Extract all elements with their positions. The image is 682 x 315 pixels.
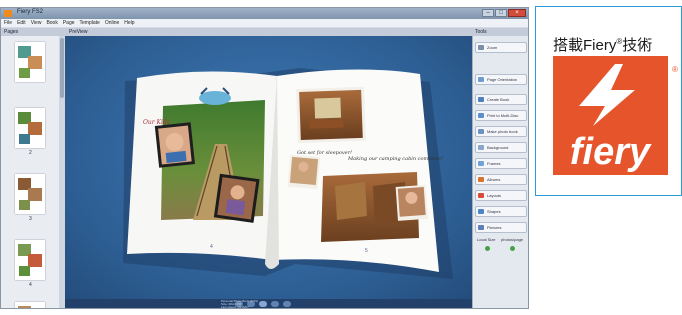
maximize-button[interactable]: □: [495, 9, 507, 17]
tool-label: Pictures: [487, 225, 502, 230]
svg-text:Got set for sleepover!: Got set for sleepover!: [297, 150, 352, 156]
app-window: Fiery FS2 – □ × File Edit View Book Page…: [0, 7, 529, 309]
next-page-button[interactable]: [271, 301, 279, 307]
tool-label: Layouts: [487, 193, 502, 198]
tool-albums[interactable]: Albums: [475, 174, 527, 185]
fiery-caption-text: 搭載Fiery: [553, 37, 617, 54]
print-icon: [478, 113, 484, 118]
menu-bar: File Edit View Book Page Template Online…: [1, 19, 528, 27]
tool-frames[interactable]: Frames: [475, 158, 527, 169]
menu-edit[interactable]: Edit: [17, 19, 26, 27]
shape-icon: [478, 209, 484, 214]
preview-nav-bar: [65, 299, 472, 308]
page-thumbnail-number: 4: [29, 282, 32, 288]
minimize-button[interactable]: –: [482, 9, 494, 17]
photo-book-icon: [478, 129, 484, 134]
tool-page-orientation[interactable]: Page Orientation: [475, 74, 527, 85]
tool-pictures[interactable]: Pictures: [475, 222, 527, 233]
tool-background[interactable]: Background: [475, 142, 527, 153]
page-thumbnail[interactable]: [15, 302, 45, 308]
pages-panel: 2 3 4: [1, 36, 59, 308]
tools-panel-title: Tools: [472, 28, 528, 36]
tool-layouts[interactable]: Layouts: [475, 190, 527, 201]
logo-registered-mark: ®: [672, 65, 678, 74]
fiery-badge: 搭載Fiery®技術 fiery ®: [535, 6, 682, 196]
window-title: Fiery FS2: [17, 9, 44, 15]
menu-file[interactable]: File: [4, 19, 12, 27]
menu-help[interactable]: Help: [124, 19, 134, 27]
menu-view[interactable]: View: [31, 19, 42, 27]
slider-knob-right[interactable]: [510, 246, 515, 251]
tool-label: Page Orientation: [487, 77, 518, 82]
tool-zoom[interactable]: Zoom: [475, 42, 527, 53]
tool-label: Albums: [487, 177, 501, 182]
page-thumbnail[interactable]: [15, 174, 45, 214]
tool-print[interactable]: Print to Multi-Disc: [475, 110, 527, 121]
svg-text:Our Kids: Our Kids: [143, 119, 170, 126]
title-bar: Fiery FS2 – □ ×: [1, 8, 528, 19]
right-page-number: 5: [365, 248, 368, 254]
close-button[interactable]: ×: [508, 9, 526, 17]
tool-shapes[interactable]: Shapes: [475, 206, 527, 217]
fiery-caption: 搭載Fiery®技術: [553, 34, 652, 55]
layout-icon: [478, 193, 484, 198]
play-button[interactable]: [259, 301, 267, 307]
orientation-icon: [478, 77, 484, 82]
album-icon: [478, 177, 484, 182]
tool-label: Print to Multi-Disc: [487, 113, 519, 118]
fiery-logo-text: fiery: [570, 131, 652, 173]
page-thumbnail[interactable]: [15, 42, 45, 82]
window-controls: – □ ×: [482, 9, 526, 17]
tool-label: Background: [487, 145, 509, 150]
tool-label: Frames: [487, 161, 501, 166]
book-icon: [478, 97, 484, 102]
pages-panel-title: Pages: [1, 28, 65, 36]
slider-knob-left[interactable]: [485, 246, 490, 251]
page-thumbnail[interactable]: [15, 240, 45, 280]
book-preview: Our Kids Got set for sleepover! Making o…: [65, 36, 472, 299]
open-book-illustration: Our Kids Got set for sleepover! Making o…: [123, 68, 453, 279]
tool-label: Create Book: [487, 97, 510, 102]
menu-book[interactable]: Book: [46, 19, 57, 27]
preview-panel-title: PreView: [65, 28, 472, 36]
tool-create-book[interactable]: Create Book: [475, 94, 527, 105]
tool-label: Make photo book: [487, 129, 518, 134]
picture-icon: [478, 225, 484, 230]
tool-label: Shapes: [487, 209, 501, 214]
left-page-number: 4: [210, 244, 213, 250]
menu-page[interactable]: Page: [63, 19, 75, 27]
menu-online[interactable]: Online: [105, 19, 119, 27]
tools-panel: Zoom Page Orientation Create Book Print …: [472, 36, 528, 308]
menu-template[interactable]: Template: [80, 19, 100, 27]
last-page-button[interactable]: [283, 301, 291, 307]
zoom-icon: [478, 45, 484, 50]
svg-text:Making our camping cabin compl: Making our camping cabin complete!: [347, 156, 443, 162]
book-info: Personal Photo Book (6/19) Size: 28cm PM…: [221, 300, 258, 309]
lightning-bolt-icon: fiery: [570, 64, 652, 173]
fiery-logo: fiery: [553, 56, 668, 175]
background-icon: [478, 145, 484, 150]
page-thumbnail[interactable]: [15, 108, 45, 148]
slider-label-left: Local Size: [477, 237, 496, 242]
frame-icon: [478, 161, 484, 166]
fiery-caption-suffix: 技術: [622, 37, 653, 54]
tool-make-photo-book[interactable]: Make photo book: [475, 126, 527, 137]
slider-label-right: photos/page: [501, 237, 524, 242]
page-thumbnail-number: 3: [29, 216, 32, 222]
app-icon: [4, 10, 12, 17]
page-thumbnail-number: 2: [29, 150, 32, 156]
book-info-line: Last saved: 10/19/07: [221, 305, 249, 309]
tool-label: Zoom: [487, 45, 498, 50]
